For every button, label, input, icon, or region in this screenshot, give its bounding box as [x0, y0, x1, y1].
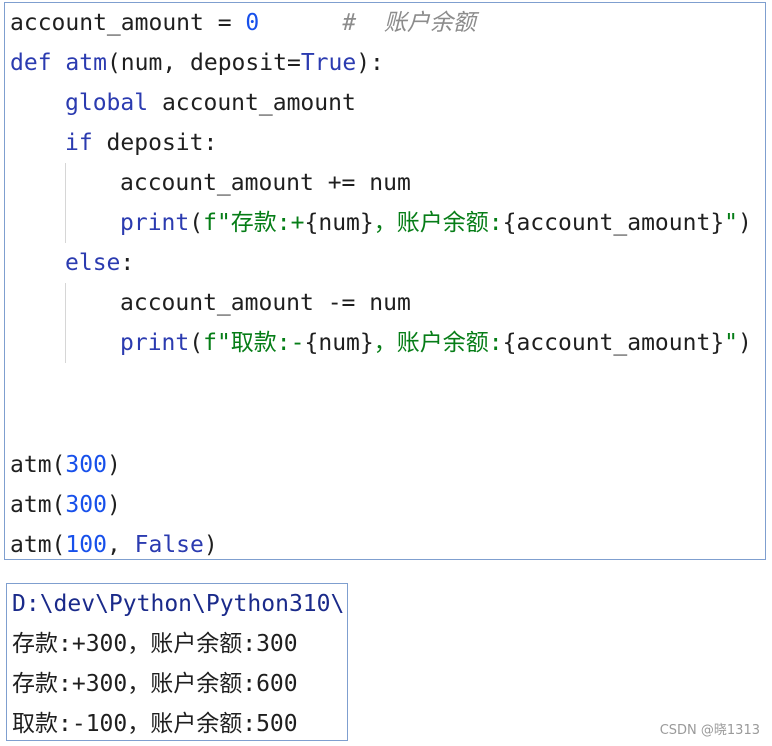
code-string: " — [724, 210, 739, 236]
code-line-8: account_amount -= num — [120, 283, 411, 323]
code-bool: True — [300, 50, 357, 76]
code-string: ，账户余额: — [373, 210, 503, 236]
console-line: 存款:+300，账户余额:300 — [12, 631, 298, 657]
console-output[interactable]: D:\dev\Python\Python310\ 存款:+300，账户余额:30… — [6, 583, 348, 741]
code-token: , — [106, 532, 135, 558]
code-line-7: else: — [65, 243, 134, 283]
code-number: 100 — [65, 532, 107, 558]
code-line-3: global account_amount — [65, 83, 356, 123]
code-token: account_amount — [10, 10, 204, 36]
code-line-call-2: atm(300) — [10, 485, 121, 525]
code-editor[interactable]: account_amount = 0 # 账户余额 def atm(num, d… — [4, 2, 766, 560]
code-token: deposit: — [92, 130, 218, 156]
code-token: ) — [106, 452, 121, 478]
console-line: 取款:-100，账户余额:500 — [12, 711, 298, 737]
code-token: account_amount — [148, 90, 356, 116]
code-string: " — [724, 330, 739, 356]
code-token: ) — [738, 330, 752, 356]
code-token: {account_amount} — [502, 330, 725, 356]
code-token: account_amount -= num — [120, 290, 411, 316]
watermark: CSDN @晓1313 — [659, 723, 760, 738]
code-token: atm( — [10, 452, 66, 478]
code-builtin: print — [120, 210, 190, 236]
code-line-call-1: atm(300) — [10, 445, 121, 485]
code-keyword: else — [65, 250, 121, 276]
code-token: ( — [189, 330, 204, 356]
code-keyword: global — [65, 90, 149, 116]
code-token: {num} — [304, 210, 374, 236]
code-number: 300 — [65, 492, 107, 518]
indent-guide — [65, 283, 66, 363]
code-string: ，账户余额: — [373, 330, 503, 356]
code-token: ( — [189, 210, 204, 236]
code-line-9: print(f"取款:-{num}，账户余额:{account_amount}"… — [120, 323, 752, 363]
code-line-1: account_amount = 0 # 账户余额 — [10, 3, 476, 43]
indent-guide — [65, 163, 66, 243]
code-number: 300 — [65, 452, 107, 478]
code-token: ) — [738, 210, 752, 236]
code-line-2: def atm(num, deposit=True): — [10, 43, 384, 83]
code-keyword: def — [10, 50, 52, 76]
code-keyword: if — [65, 130, 93, 156]
code-comment: # 账户余额 — [342, 10, 476, 36]
code-line-call-3: atm(100, False) — [10, 525, 218, 565]
code-line-5: account_amount += num — [120, 163, 411, 203]
console-path: D:\dev\Python\Python310\ — [12, 591, 345, 617]
code-token: {num} — [304, 330, 374, 356]
code-function-name: atm — [51, 50, 107, 76]
code-token: account_amount += num — [120, 170, 411, 196]
code-bool: False — [134, 532, 204, 558]
code-number: 0 — [245, 10, 260, 36]
code-token: atm( — [10, 532, 66, 558]
code-token: ) — [106, 492, 121, 518]
code-line-6: print(f"存款:+{num}，账户余额:{account_amount}"… — [120, 203, 752, 243]
code-token: ) — [203, 532, 218, 558]
code-token: (num, deposit= — [106, 50, 301, 76]
code-token: : — [120, 250, 135, 276]
code-token: {account_amount} — [502, 210, 725, 236]
code-token: = — [203, 10, 246, 36]
code-string: f"取款:- — [203, 330, 305, 356]
code-builtin: print — [120, 330, 190, 356]
console-line: 存款:+300，账户余额:600 — [12, 671, 298, 697]
code-line-4: if deposit: — [65, 123, 217, 163]
code-string: f"存款:+ — [203, 210, 305, 236]
code-token: atm( — [10, 492, 66, 518]
code-token: ): — [356, 50, 384, 76]
